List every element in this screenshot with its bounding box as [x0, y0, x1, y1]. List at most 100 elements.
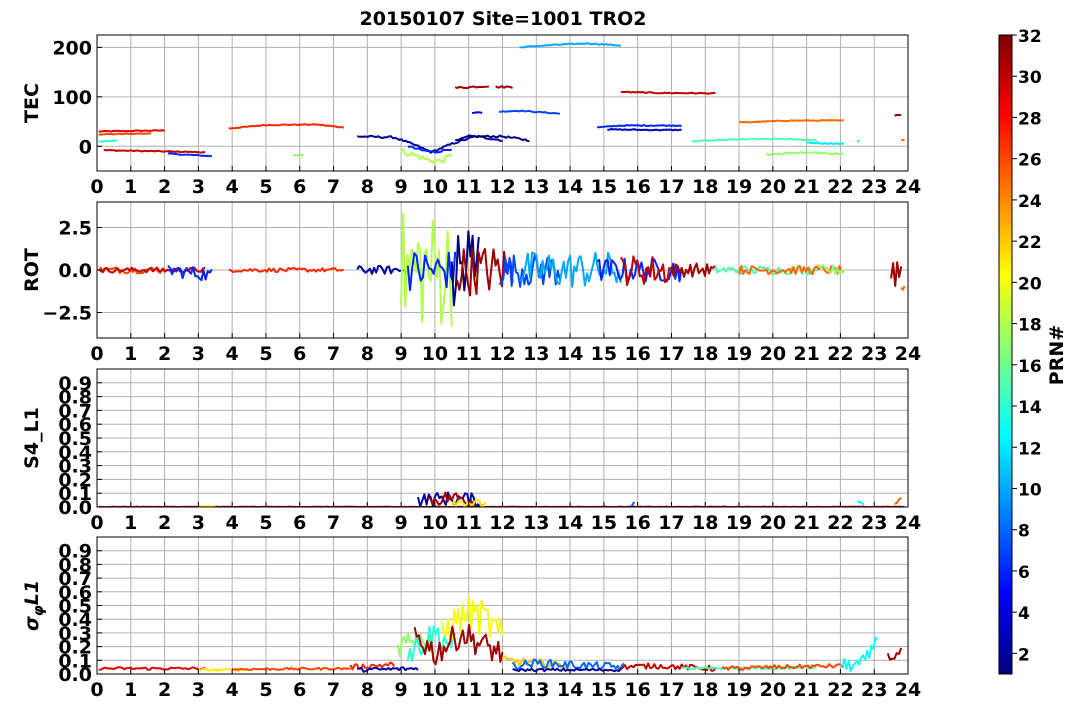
x-tick-label: 14 [557, 512, 583, 534]
x-tick-label: 21 [793, 343, 819, 365]
panels: 0 1 2 3 4 5 6 7 8 9 10 11 12 13 14 15 16 17 18 19 20 21 22 23 24… [21, 34, 921, 701]
x-tick-label: 13 [523, 343, 549, 365]
x-tick-label: 23 [861, 343, 887, 365]
x-tick-label: 21 [793, 679, 819, 701]
x-tick-label: 8 [361, 176, 374, 198]
x-tick-label: 5 [259, 512, 272, 534]
x-tick-label: 16 [624, 679, 650, 701]
x-tick-label: 24 [895, 679, 921, 701]
colorbar-label: PRN# [1046, 325, 1068, 385]
x-tick-label: 10 [422, 679, 448, 701]
colorbar-tick-label: 10 [1018, 480, 1042, 500]
y-tick-label: 0.9 [58, 541, 92, 563]
x-tick-label: 5 [259, 679, 272, 701]
y-axis-label: σφL1 [21, 580, 47, 631]
y-axis-label: TEC [21, 83, 43, 123]
x-tick-label: 9 [395, 176, 408, 198]
x-tick-label: 17 [658, 176, 684, 198]
x-tick-label: 12 [489, 512, 515, 534]
panel-4: 0 1 2 3 4 5 6 7 8 9 10 11 12 13 14 15 16 17 18 19 20 21 22 23 24… [21, 536, 921, 701]
x-tick-label: 1 [124, 343, 137, 365]
x-tick-label: 15 [591, 343, 617, 365]
panel-1: 0 1 2 3 4 5 6 7 8 9 10 11 12 13 14 15 16 17 18 19 20 21 22 23 24… [21, 34, 921, 198]
colorbar-tick-label: 2 [1018, 645, 1030, 665]
x-tick-label: 24 [895, 512, 921, 534]
figure: 20150107 Site=1001 TRO2 0 1 2 3 4 5 6 7 8 9 10 11 12… [21, 8, 1068, 701]
y-tick-label: 0 [79, 136, 92, 158]
x-tick-label: 10 [422, 176, 448, 198]
panel-3: 0 1 2 3 4 5 6 7 8 9 10 11 12 13 14 15 16 17 18 19 20 21 22 23 24… [21, 368, 921, 534]
x-tick-label: 16 [624, 512, 650, 534]
x-tick-label: 16 [624, 176, 650, 198]
x-tick-label: 11 [455, 512, 481, 534]
x-tick-label: 22 [827, 679, 853, 701]
colorbar-tick-label: 14 [1018, 398, 1042, 418]
x-tick-label: 20 [760, 176, 786, 198]
x-tick-label: 16 [624, 343, 650, 365]
x-tick-label: 7 [327, 512, 340, 534]
x-tick-label: 8 [361, 512, 374, 534]
y-tick-label: −2.5 [42, 303, 92, 325]
y-tick-label: 200 [52, 37, 92, 59]
x-tick-label: 19 [726, 343, 752, 365]
x-tick-label: 1 [124, 176, 137, 198]
x-tick-label: 15 [591, 176, 617, 198]
y-tick-label: 2.5 [58, 218, 92, 240]
x-tick-label: 23 [861, 176, 887, 198]
colorbar-tick-label: 12 [1018, 439, 1042, 459]
x-tick-label: 9 [395, 512, 408, 534]
colorbar-ticks: 2468101214161820222426283032 [1012, 27, 1042, 665]
x-tick-label: 14 [557, 176, 583, 198]
colorbar-tick-label: 30 [1018, 68, 1042, 88]
x-tick-label: 3 [192, 679, 205, 701]
series-prn-3 [607, 128, 682, 132]
series-prn-12 [806, 141, 844, 145]
x-tick-label: 8 [361, 679, 374, 701]
y-tick-label: 100 [52, 87, 92, 109]
x-tick-label: 3 [192, 512, 205, 534]
x-tick-label: 21 [793, 176, 819, 198]
colorbar: 2468101214161820222426283032 PRN# [998, 27, 1068, 675]
colorbar-tick-label: 22 [1018, 233, 1042, 253]
series-prn-26 [98, 132, 152, 136]
x-tick-label: 19 [726, 176, 752, 198]
x-tick-label: 12 [489, 343, 515, 365]
x-tick-label: 21 [793, 512, 819, 534]
x-tick-label: 6 [293, 343, 306, 365]
x-tick-label: 18 [692, 343, 718, 365]
x-tick-label: 15 [591, 679, 617, 701]
x-tick-label: 11 [455, 679, 481, 701]
series-prn-31 [894, 113, 902, 117]
x-tick-label: 7 [327, 343, 340, 365]
x-tick-label: 13 [523, 176, 549, 198]
x-tick-label: 3 [192, 343, 205, 365]
x-tick-label: 3 [192, 176, 205, 198]
colorbar-tick-label: 24 [1018, 192, 1042, 212]
x-tick-label: 7 [327, 176, 340, 198]
x-tick-label: 4 [226, 343, 239, 365]
series-prn-25 [900, 138, 905, 142]
x-tick-label: 2 [158, 679, 171, 701]
x-tick-label: 13 [523, 512, 549, 534]
x-tick-label: 2 [158, 343, 171, 365]
colorbar-tick-label: 6 [1018, 563, 1030, 583]
x-tick-label: 9 [395, 679, 408, 701]
x-tick-label: 1 [124, 679, 137, 701]
x-tick-label: 19 [726, 512, 752, 534]
x-tick-label: 18 [692, 679, 718, 701]
x-tick-label: 24 [895, 343, 921, 365]
y-tick-label: 0.9 [58, 373, 92, 395]
x-tick-label: 18 [692, 512, 718, 534]
x-tick-label: 5 [259, 176, 272, 198]
y-axis-label: S4_L1 [21, 407, 43, 469]
colorbar-tick-label: 28 [1018, 109, 1042, 129]
x-tick-label: 2 [158, 176, 171, 198]
series-prn-14 [98, 139, 118, 143]
x-tick-label: 23 [861, 679, 887, 701]
series-prn-5 [472, 111, 483, 114]
x-tick-label: 0 [90, 343, 103, 365]
x-tick-label: 4 [226, 679, 239, 701]
x-tick-label: 17 [658, 512, 684, 534]
chart-title: 20150107 Site=1001 TRO2 [360, 8, 647, 30]
x-tick-label: 12 [489, 679, 515, 701]
